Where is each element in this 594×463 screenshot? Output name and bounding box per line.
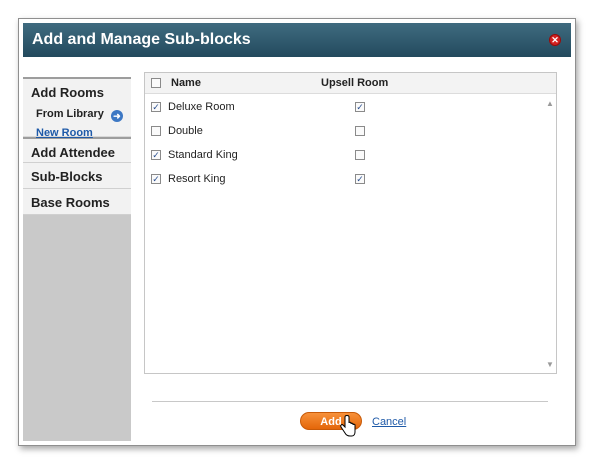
room-name: Standard King <box>168 149 238 161</box>
table-row: Double <box>145 118 556 142</box>
hand-cursor-icon <box>340 415 356 437</box>
sidebar: Add Rooms From Library ➜ New Room Add At… <box>23 77 131 441</box>
add-manage-subblocks-dialog: Add and Manage Sub-blocks ✕ Add Rooms Fr… <box>18 18 576 446</box>
vertical-scrollbar[interactable]: ▲ ▼ <box>544 93 556 373</box>
select-all-checkbox[interactable] <box>151 78 161 88</box>
sidebar-item-base-rooms[interactable]: Base Rooms <box>23 189 131 215</box>
table-row: ✓ Standard King <box>145 142 556 166</box>
new-room-item[interactable]: New Room <box>23 124 131 143</box>
from-library-label: From Library <box>36 108 104 120</box>
column-header-name: Name <box>171 77 201 89</box>
add-rooms-section: Add Rooms From Library ➜ New Room <box>23 77 131 139</box>
table-row: ✓ Resort King ✓ <box>145 166 556 190</box>
table-header: Name Upsell Room <box>145 73 556 94</box>
row-checkbox[interactable]: ✓ <box>151 174 161 184</box>
cancel-link[interactable]: Cancel <box>372 416 406 428</box>
dialog-titlebar: Add and Manage Sub-blocks ✕ <box>23 23 571 57</box>
close-icon[interactable]: ✕ <box>549 34 561 46</box>
row-checkbox[interactable]: ✓ <box>151 102 161 112</box>
upsell-checkbox[interactable] <box>355 126 365 136</box>
row-checkbox[interactable] <box>151 126 161 136</box>
add-rooms-heading[interactable]: Add Rooms <box>23 79 131 105</box>
sidebar-item-sub-blocks[interactable]: Sub-Blocks <box>23 163 131 189</box>
room-name: Resort King <box>168 173 226 185</box>
dialog-title: Add and Manage Sub-blocks <box>32 31 251 48</box>
upsell-checkbox[interactable] <box>355 150 365 160</box>
footer-divider <box>152 401 548 402</box>
upsell-checkbox[interactable]: ✓ <box>355 174 365 184</box>
rooms-table-panel: Name Upsell Room ✓ Deluxe Room ✓ Double … <box>144 72 557 374</box>
scroll-down-icon[interactable]: ▼ <box>546 360 554 369</box>
row-checkbox[interactable]: ✓ <box>151 150 161 160</box>
column-header-upsell: Upsell Room <box>321 77 389 89</box>
room-name: Deluxe Room <box>168 101 235 113</box>
room-name: Double <box>168 125 203 137</box>
scroll-up-icon[interactable]: ▲ <box>546 99 554 108</box>
new-room-link[interactable]: New Room <box>36 127 93 139</box>
table-row: ✓ Deluxe Room ✓ <box>145 94 556 118</box>
arrow-right-icon[interactable]: ➜ <box>110 110 123 122</box>
from-library-item[interactable]: From Library ➜ <box>23 105 131 124</box>
upsell-checkbox[interactable]: ✓ <box>355 102 365 112</box>
